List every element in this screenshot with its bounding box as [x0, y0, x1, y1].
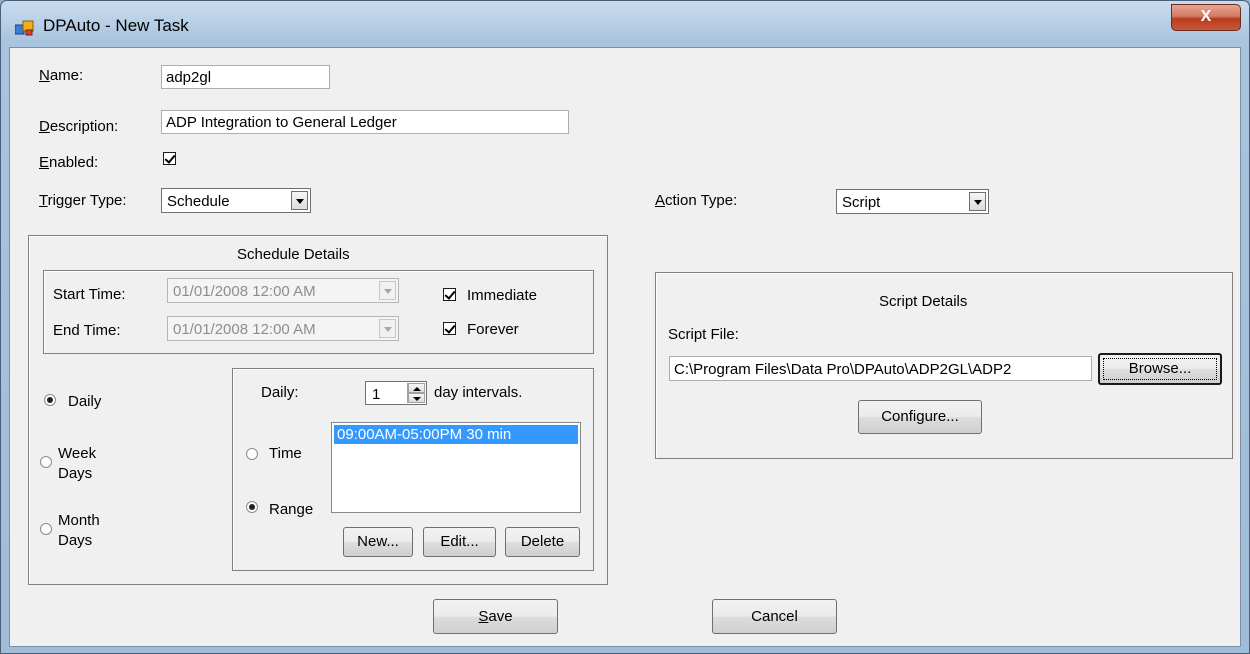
save-button[interactable]: Save	[433, 599, 558, 634]
edit-button[interactable]: Edit...	[423, 527, 496, 557]
schedule-details-title: Schedule Details	[237, 246, 350, 263]
forever-checkbox[interactable]	[443, 322, 456, 335]
description-label: Description:	[39, 118, 119, 135]
chevron-down-icon[interactable]	[291, 191, 308, 210]
arrow-up-icon[interactable]	[408, 383, 425, 393]
chevron-down-icon[interactable]	[969, 192, 986, 211]
trigger-type-label: Trigger Type:	[39, 192, 127, 209]
trigger-type-value: Schedule	[167, 193, 230, 210]
name-label: Name:	[39, 67, 84, 84]
month-days-radio-label: Month Days	[58, 512, 100, 549]
month-days-radio[interactable]	[40, 523, 52, 535]
window-title: DPAuto - New Task	[43, 16, 189, 35]
end-time-label: End Time:	[53, 322, 121, 339]
trigger-type-select[interactable]: Schedule	[161, 188, 311, 213]
end-time-picker: 01/01/2008 12:00 AM	[167, 316, 399, 341]
forever-label: Forever	[467, 321, 519, 338]
enabled-label: Enabled:	[39, 154, 99, 171]
action-type-select[interactable]: Script	[836, 189, 989, 214]
list-item[interactable]: 09:00AM-05:00PM 30 min	[334, 425, 578, 444]
start-time-label: Start Time:	[53, 286, 126, 303]
interval-stepper[interactable]: 1	[365, 381, 427, 405]
immediate-checkbox[interactable]	[443, 288, 456, 301]
immediate-label: Immediate	[467, 287, 538, 304]
daily-radio-label: Daily	[68, 393, 102, 410]
stepper-arrows[interactable]	[407, 383, 425, 403]
script-details-title: Script Details	[879, 293, 968, 310]
range-radio-label: Range	[269, 501, 314, 518]
app-icon	[15, 20, 34, 36]
start-time-value: 01/01/2008 12:00 AM	[173, 283, 316, 300]
delete-button[interactable]: Delete	[505, 527, 580, 557]
daily-label: Daily:	[261, 384, 299, 401]
focus-rect	[1103, 358, 1217, 380]
dialog-window: DPAuto - New Task X Name: adp2gl Descrip…	[0, 0, 1250, 654]
browse-button[interactable]: Browse...	[1098, 353, 1222, 385]
dialog-client-area: Name: adp2gl Description: ADP Integratio…	[9, 47, 1241, 647]
start-time-picker: 01/01/2008 12:00 AM	[167, 278, 399, 303]
name-input[interactable]: adp2gl	[161, 65, 330, 89]
interval-value: 1	[372, 386, 381, 403]
chevron-down-icon	[379, 281, 396, 300]
arrow-down-icon[interactable]	[408, 393, 425, 403]
configure-button[interactable]: Configure...	[858, 400, 982, 434]
description-input[interactable]: ADP Integration to General Ledger	[161, 110, 569, 134]
range-list[interactable]: 09:00AM-05:00PM 30 min	[331, 422, 581, 513]
cancel-button[interactable]: Cancel	[712, 599, 837, 634]
close-button[interactable]: X	[1171, 4, 1241, 31]
daily-radio[interactable]	[44, 394, 56, 406]
time-radio-label: Time	[269, 445, 302, 462]
week-days-radio[interactable]	[40, 456, 52, 468]
end-time-value: 01/01/2008 12:00 AM	[173, 321, 316, 338]
script-file-label: Script File:	[668, 326, 739, 343]
title-bar[interactable]: DPAuto - New Task X	[1, 1, 1249, 47]
enabled-checkbox[interactable]	[163, 152, 176, 165]
action-type-label: Action Type:	[655, 192, 738, 209]
action-type-value: Script	[842, 194, 881, 211]
script-file-input[interactable]: C:\Program Files\Data Pro\DPAuto\ADP2GL\…	[669, 356, 1092, 381]
range-radio[interactable]	[246, 501, 258, 513]
new-button[interactable]: New...	[343, 527, 413, 557]
week-days-radio-label: Week Days	[58, 445, 97, 482]
interval-suffix: day intervals.	[434, 384, 523, 401]
chevron-down-icon	[379, 319, 396, 338]
time-radio[interactable]	[246, 448, 258, 460]
close-icon: X	[1200, 8, 1212, 25]
